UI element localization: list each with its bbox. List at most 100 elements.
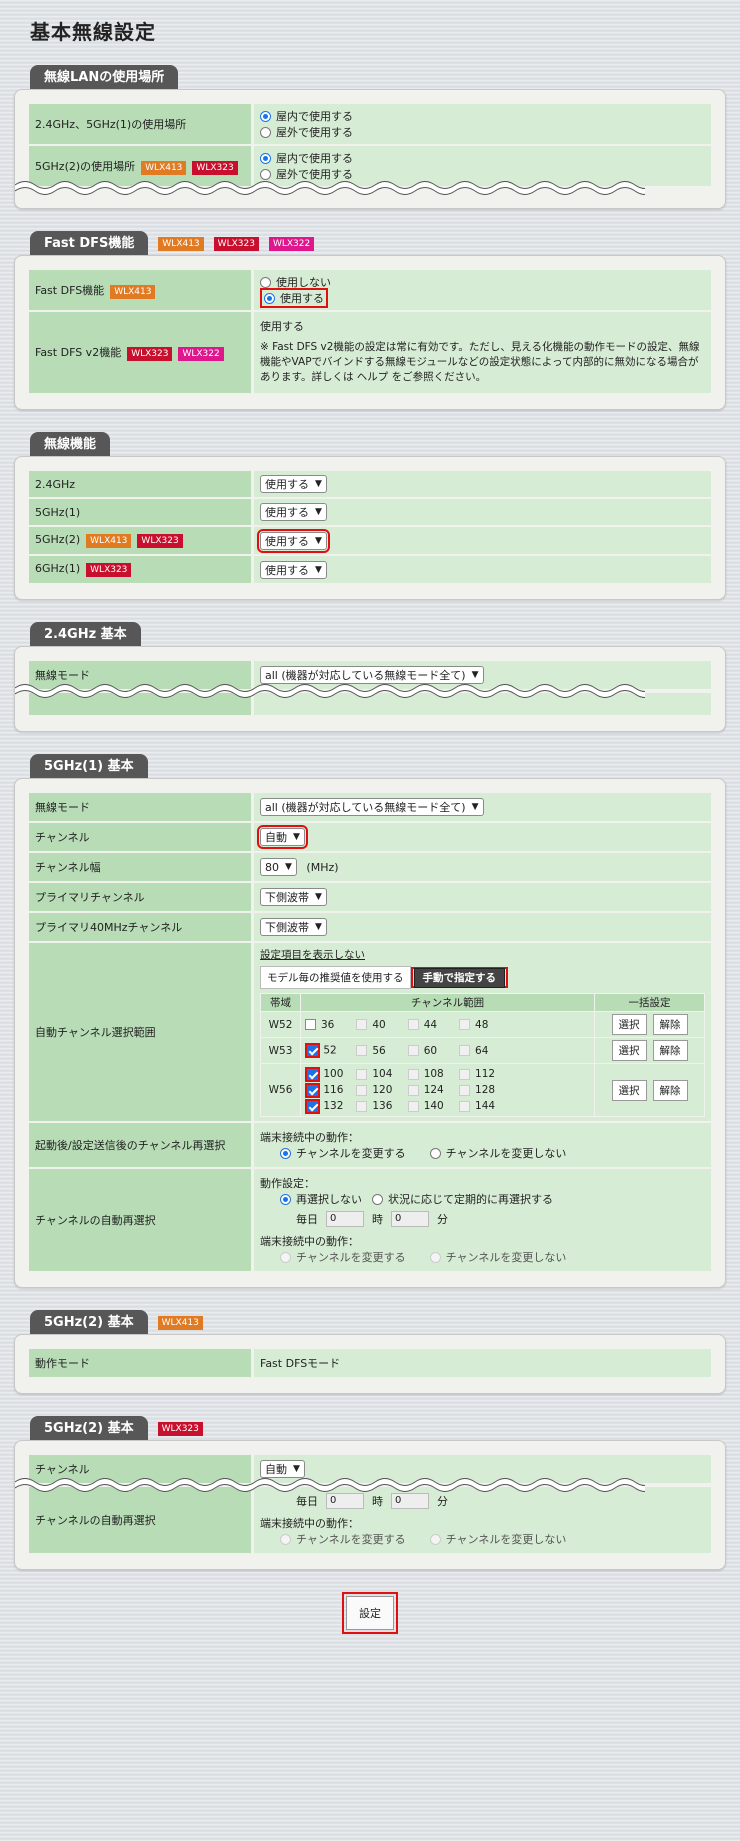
section-title: 5GHz(2) 基本 (30, 1416, 148, 1440)
label-radio-6g1: 6GHz(1) WLX323 (29, 556, 254, 583)
section-title: 無線LANの使用場所 (30, 65, 179, 89)
select-radio-6g1[interactable]: 使用する ▼ (260, 560, 327, 579)
submit-button-frame: 設定 (342, 1592, 398, 1634)
radio-keep-channel-disabled (429, 1251, 441, 1263)
section-title: 5GHz(1) 基本 (30, 754, 148, 778)
input-hour-5g2[interactable]: 0 (326, 1493, 364, 1509)
select-primary-channel[interactable]: 下側波帯 ▼ (260, 888, 327, 906)
operation-mode-value: Fast DFSモード (254, 1349, 711, 1377)
checkbox-ch-36[interactable]: 36 (305, 1019, 353, 1031)
input-minute-5g2[interactable]: 0 (391, 1493, 429, 1509)
button-manual-specify[interactable]: 手動で指定する (413, 968, 505, 988)
page: 基本無線設定 無線LANの使用場所 2.4GHz、5GHz(1)の使用場所 屋内… (0, 0, 740, 1634)
select-radio-5g1[interactable]: 使用する ▼ (260, 503, 327, 521)
section-title: 5GHz(2) 基本 (30, 1310, 148, 1334)
chevron-down-icon: ▼ (315, 922, 322, 932)
label-auto-reselect: チャンネルの自動再選択 (29, 1487, 254, 1553)
radio-change-channel[interactable] (280, 1147, 291, 1159)
cut-wave-divider (15, 684, 725, 698)
radio-no-reselect[interactable] (280, 1193, 291, 1205)
label-wireless-mode: 無線モード (29, 793, 254, 821)
checkbox-ch-40: 40 (356, 1019, 404, 1031)
chevron-down-icon: ▼ (471, 670, 479, 680)
unit-mhz: (MHz) (306, 860, 339, 874)
select-wireless-mode-24[interactable]: all (機器が対応している無線モード全て) ▼ (260, 666, 484, 684)
select-channel-5g2[interactable]: 自動 ▼ (260, 1460, 305, 1478)
fast-dfs-v2-note: ※ Fast DFS v2機能の設定は常に有効です。ただし、見える化機能の動作モ… (260, 341, 700, 383)
label-auto-channel-range: 自動チャンネル選択範囲 (29, 943, 254, 1121)
select-channel-width[interactable]: 80 ▼ (260, 858, 297, 876)
button-clear-w56[interactable]: 解除 (652, 1079, 688, 1101)
checkbox-ch-44: 44 (407, 1019, 456, 1031)
radio-dot-icon[interactable] (260, 126, 271, 138)
radio-change-channel-disabled (280, 1251, 291, 1263)
section-24ghz-basic: 2.4GHz 基本 無線モード all (機器が対応している無線モード全て) ▼ (14, 622, 726, 732)
channel-range-table: 帯域 チャンネル範囲 一括設定 W52 36 40 44 48 選択 解除 W5… (260, 993, 705, 1117)
radio-dot-icon[interactable] (260, 110, 271, 122)
checkbox-ch-140: 140 (407, 1098, 456, 1114)
checkbox-ch-108: 108 (407, 1066, 456, 1082)
label-operation-mode: 動作モード (29, 1349, 254, 1377)
radio-keep-channel[interactable] (429, 1147, 441, 1159)
radio-periodic-reselect[interactable] (372, 1193, 383, 1205)
chevron-down-icon: ▼ (315, 535, 322, 546)
section-radio-functions: 無線機能 2.4GHz 使用する ▼ 5GHz(1) 使用する ▼ 5GHz(2) WLX… (14, 432, 726, 600)
select-primary-40mhz-channel[interactable]: 下側波帯 ▼ (260, 918, 327, 936)
button-use-model-default[interactable]: モデル毎の推奨値を使用する (260, 966, 411, 989)
chevron-down-icon: ▼ (285, 862, 292, 872)
checkbox-ch-60: 60 (407, 1045, 456, 1057)
button-select-w53[interactable]: 選択 (611, 1040, 647, 1061)
checkbox-ch-124: 124 (407, 1082, 456, 1098)
button-select-w56[interactable]: 選択 (611, 1079, 647, 1101)
badge-wlx323: WLX323 (213, 237, 259, 251)
checkbox-ch-48: 48 (459, 1019, 507, 1031)
checkbox-ch-64: 64 (459, 1045, 507, 1057)
radio-change-channel-disabled (280, 1533, 291, 1545)
checkbox-ch-104: 104 (356, 1066, 404, 1082)
label-auto-reselect: チャンネルの自動再選択 (29, 1169, 254, 1271)
select-channel-5g1[interactable]: 自動 ▼ (257, 825, 308, 849)
op-setting-label: 動作設定： (260, 1177, 315, 1190)
label-radio-24: 2.4GHz (29, 471, 254, 497)
label-primary-40mhz-channel: プライマリ40MHzチャンネル (29, 913, 254, 941)
checkbox-ch-132[interactable]: 132 (305, 1098, 353, 1114)
section-5ghz2-basic-wlx323: 5GHz(2) 基本 WLX323 チャンネル 自動 ▼ チャンネルの自動再選択 毎… (14, 1416, 726, 1570)
button-clear-w52[interactable]: 解除 (652, 1014, 688, 1035)
checkbox-ch-52[interactable]: 52 (305, 1043, 353, 1058)
radio-indoor-5g2[interactable]: 屋内で使用する (260, 150, 705, 166)
select-radio-24[interactable]: 使用する ▼ (260, 475, 327, 493)
submit-button[interactable]: 設定 (346, 1596, 394, 1630)
section-title: 2.4GHz 基本 (30, 622, 141, 646)
section-title: 無線機能 (30, 432, 111, 456)
radio-indoor[interactable]: 屋内で使用する (260, 108, 705, 124)
radio-outdoor-5g2[interactable]: 屋外で使用する (260, 166, 705, 182)
during-connection-label: 端末接続中の動作： (260, 1131, 359, 1144)
radio-outdoor[interactable]: 屋外で使用する (260, 124, 705, 140)
label-radio-5g1: 5GHz(1) (29, 499, 254, 525)
label-fast-dfs-v2: Fast DFS v2機能 WLX323 WLX322 (29, 312, 254, 393)
button-select-w52[interactable]: 選択 (611, 1014, 647, 1035)
radio-fast-dfs-on[interactable]: 使用する (260, 288, 705, 308)
select-wireless-mode-5g1[interactable]: all (機器が対応している無線モード全て) ▼ (260, 798, 484, 816)
chevron-down-icon: ▼ (471, 802, 479, 812)
checkbox-ch-116[interactable]: 116 (305, 1082, 353, 1098)
label-fast-dfs: Fast DFS機能 WLX413 (29, 270, 254, 310)
link-hide-settings[interactable]: 設定項目を表示しない (260, 947, 705, 962)
checkbox-ch-144: 144 (459, 1098, 507, 1114)
button-clear-w53[interactable]: 解除 (652, 1040, 688, 1061)
section-title: Fast DFS機能 (30, 231, 149, 255)
chevron-down-icon: ▼ (315, 564, 322, 575)
input-minute[interactable]: 0 (391, 1211, 429, 1227)
label-location-5g2: 5GHz(2)の使用場所 WLX413 WLX323 (29, 146, 254, 186)
fast-dfs-v2-value: 使用する (260, 320, 304, 333)
select-radio-5g2[interactable]: 使用する ▼ (257, 528, 330, 553)
radio-keep-channel-disabled (429, 1533, 441, 1545)
badge-wlx322: WLX322 (268, 237, 315, 251)
input-hour[interactable]: 0 (326, 1211, 364, 1227)
checkbox-ch-100[interactable]: 100 (305, 1066, 353, 1082)
label-location-24-5g1: 2.4GHz、5GHz(1)の使用場所 (29, 104, 254, 144)
checkbox-ch-120: 120 (356, 1082, 404, 1098)
checkbox-ch-136: 136 (356, 1098, 404, 1114)
label-channel: チャンネル (29, 823, 254, 851)
badge-wlx413: WLX413 (158, 237, 204, 251)
